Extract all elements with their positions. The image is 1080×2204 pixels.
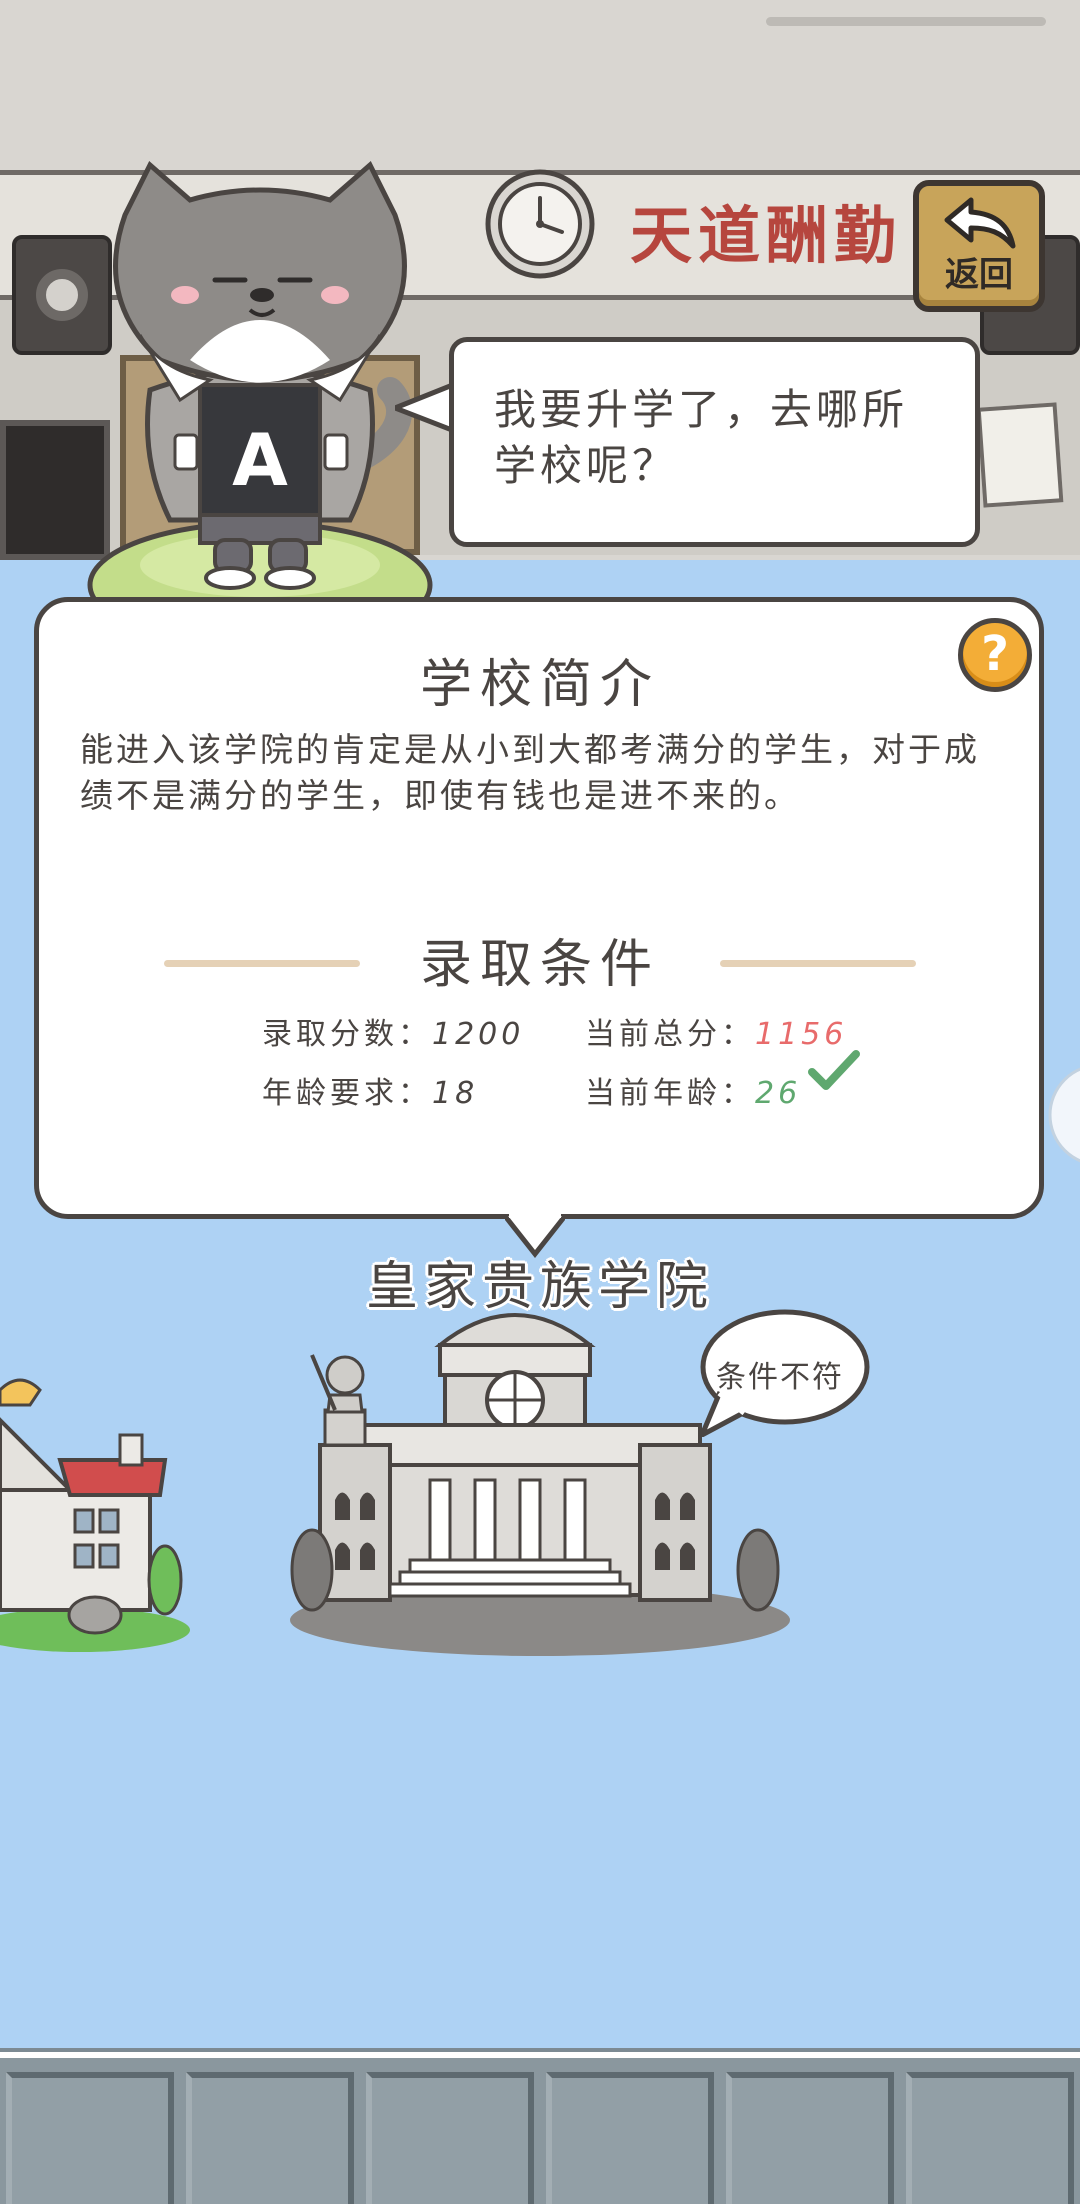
neighbor-school-building[interactable] [0,1350,190,1660]
wall-panel [546,2072,714,2204]
school-name: 皇家贵族学院 [365,1257,714,1317]
cloud-decoration [1048,1067,1080,1163]
banner-text-right: 天道酬勤 [630,199,903,272]
required-age: 年龄要求：18 [262,1068,478,1112]
status-text: 条件不符 [716,1360,844,1395]
back-arrow-icon [944,197,1016,249]
current-score: 当前总分：1156 [585,1009,847,1053]
back-button-label: 返回 [945,255,1013,295]
required-score-label: 录取分数： [262,1017,432,1052]
current-age-value: 26 [755,1076,802,1111]
current-age-label: 当前年龄： [585,1076,755,1111]
current-score-label: 当前总分： [585,1017,755,1052]
intro-description: 能进入该学院的肯定是从小到大都考满分的学生，对于成绩不是满分的学生，即使有钱也是… [80,730,980,815]
wall-panel [906,2072,1074,2204]
wall-panel [6,2072,174,2204]
speech-bubble: 我要升学了，去哪所学校呢？ [449,337,980,547]
required-score: 录取分数：1200 [262,1009,524,1053]
wall-panel [366,2072,534,2204]
requirements-title: 录取条件 [419,935,660,995]
required-score-value: 1200 [432,1017,525,1052]
cat-character: A [87,160,433,650]
required-age-label: 年龄要求： [262,1076,432,1111]
notice-paper [976,402,1064,508]
required-age-value: 18 [432,1076,479,1111]
status-bar-indicator [766,17,1046,26]
clock-icon [485,169,595,279]
checkmark-icon [808,1050,860,1090]
current-score-value: 1156 [755,1017,848,1052]
wall-panel [186,2072,354,2204]
current-age: 当前年龄：26 [585,1068,801,1112]
speech-text: 我要升学了，去哪所学校呢？ [494,385,909,490]
intro-title: 学校简介 [419,655,660,715]
wall-panel [726,2072,894,2204]
shirt-letter: A [232,418,288,502]
back-button[interactable]: 返回 [913,180,1045,312]
bottom-wall [0,2058,1080,2204]
floor-edge [0,2048,1080,2058]
